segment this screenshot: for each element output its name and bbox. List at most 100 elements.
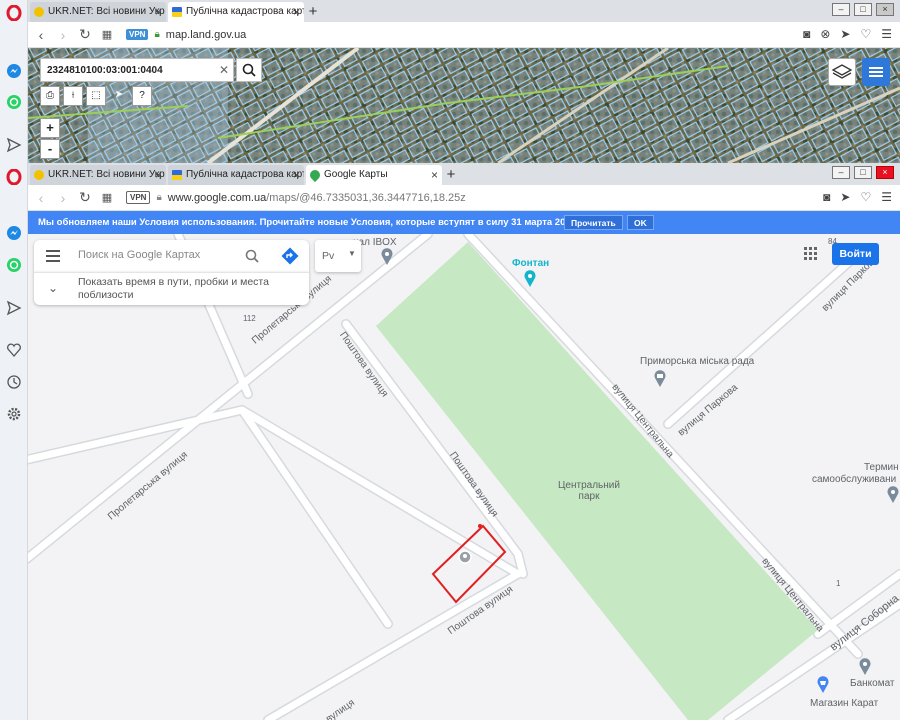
traffic-suggestion[interactable]: ⌄ Показать время в пути, пробки и места …: [34, 272, 309, 305]
easy-setup-icon[interactable]: ☰: [881, 190, 892, 204]
fountain-label: Фонтан: [512, 258, 550, 269]
maximize-icon[interactable]: □: [854, 166, 872, 179]
cadastral-search-input[interactable]: 2324810100:03:001:0404 ✕: [40, 58, 234, 82]
vpn-badge[interactable]: VPN: [126, 191, 151, 204]
tab-cadastre[interactable]: Публічна кадастрова карт ×: [168, 165, 304, 185]
heart-icon[interactable]: ♡: [860, 27, 871, 41]
sign-in-button[interactable]: Войти: [832, 243, 879, 265]
read-terms-button[interactable]: Прочитать: [564, 215, 623, 230]
poi-gray-pin-icon[interactable]: [380, 248, 394, 266]
forward-icon[interactable]: ›: [52, 190, 74, 206]
tabs-grid-icon[interactable]: ▦: [96, 28, 118, 41]
camera-icon[interactable]: ◙: [803, 27, 810, 41]
tab-ukrnet[interactable]: UKR.NET: Всі новини Укр ×: [30, 165, 166, 185]
cadastral-satellite-map[interactable]: 2324810100:03:001:0404 ✕ ⎙ ⟊ ⬚ ➤ ? + -: [28, 48, 900, 163]
camera-icon[interactable]: ◙: [823, 190, 830, 204]
terminal-pin-icon[interactable]: [886, 486, 900, 504]
close-tab-icon[interactable]: ×: [431, 165, 438, 185]
heart-icon[interactable]: [5, 341, 23, 359]
measure-area-icon[interactable]: ⬚: [86, 86, 106, 106]
send-icon[interactable]: ➤: [840, 27, 850, 41]
close-tab-icon[interactable]: ×: [293, 165, 300, 185]
address-field[interactable]: map.land.gov.ua: [166, 29, 247, 41]
google-map-canvas[interactable]: нал IBOX Фонтан 112 84 1 Приморська місь…: [28, 234, 900, 720]
cadastral-search-button[interactable]: [236, 58, 262, 82]
tab-google-maps[interactable]: Google Карты ×: [306, 165, 442, 185]
zoom-in-button[interactable]: +: [40, 118, 60, 138]
back-icon[interactable]: ‹: [30, 27, 52, 43]
language-value: Рv: [322, 250, 335, 262]
traffic-text: Показать время в пути, пробки и места по…: [78, 276, 269, 301]
fountain-pin-icon[interactable]: [523, 270, 537, 288]
whatsapp-icon[interactable]: [5, 93, 23, 111]
minimize-icon[interactable]: –: [832, 3, 850, 16]
menu-button[interactable]: [862, 58, 890, 86]
send-icon[interactable]: [5, 136, 23, 154]
close-tab-icon[interactable]: ×: [155, 2, 162, 22]
tab-title: Google Карты: [324, 169, 388, 180]
opera-icon[interactable]: [5, 168, 23, 186]
number-label-1: 1: [836, 579, 841, 588]
messenger-icon[interactable]: [5, 224, 23, 242]
clock-icon[interactable]: [5, 373, 23, 391]
tab-ukrnet[interactable]: UKR.NET: Всі новини Укр ×: [30, 2, 166, 22]
ok-button[interactable]: OK: [627, 215, 654, 230]
reload-icon[interactable]: ↻: [74, 189, 96, 206]
layers-button[interactable]: [828, 58, 856, 86]
heart-icon[interactable]: ♡: [860, 190, 871, 204]
adblock-icon[interactable]: ⊗: [820, 27, 830, 41]
window-controls: – □ ×: [832, 3, 894, 16]
address-actions: ◙ ➤ ♡ ☰: [823, 190, 892, 204]
search-input[interactable]: Поиск на Google Картах: [78, 249, 200, 261]
url-host: www.google.com.ua: [167, 191, 267, 204]
print-icon[interactable]: ⎙: [40, 86, 60, 106]
clear-icon[interactable]: ✕: [219, 63, 229, 77]
shop-pin-icon[interactable]: [816, 676, 830, 694]
park-label: Центральний парк: [558, 480, 620, 502]
minimize-icon[interactable]: –: [832, 166, 850, 179]
vpn-badge[interactable]: VPN: [126, 29, 149, 40]
close-window-icon[interactable]: ×: [876, 166, 894, 179]
tabs-grid-icon[interactable]: ▦: [96, 191, 118, 204]
close-window-icon[interactable]: ×: [876, 3, 894, 16]
measure-line-icon[interactable]: ⟊: [63, 86, 83, 106]
hamburger-menu-icon[interactable]: [46, 250, 62, 262]
cursor-icon[interactable]: ➤: [109, 86, 129, 106]
address-field[interactable]: www.google.com.ua/maps/@46.7335031,36.34…: [168, 192, 466, 204]
send-icon[interactable]: ➤: [840, 190, 850, 204]
settings-icon[interactable]: [5, 405, 23, 423]
info-icon[interactable]: ?: [132, 86, 152, 106]
dropdown-arrow-icon: ▼: [348, 249, 356, 258]
easy-setup-icon[interactable]: ☰: [881, 27, 892, 41]
language-selector[interactable]: Рv ▼: [315, 240, 361, 272]
council-pin-icon[interactable]: [653, 370, 667, 388]
terminal-label: Термин: [864, 462, 899, 473]
forward-icon[interactable]: ›: [52, 27, 74, 43]
whatsapp-icon[interactable]: [5, 256, 23, 274]
close-tab-icon[interactable]: ×: [293, 2, 300, 22]
cadastral-toolbar: ⎙ ⟊ ⬚ ➤ ?: [40, 86, 152, 106]
maximize-icon[interactable]: □: [854, 3, 872, 16]
directions-icon[interactable]: [281, 247, 299, 265]
reload-icon[interactable]: ↻: [74, 26, 96, 43]
parcel-marker-icon[interactable]: [458, 550, 472, 564]
tab-title: Публічна кадастрова карт: [186, 169, 304, 180]
lock-icon: 🔒︎: [154, 29, 160, 40]
send-icon[interactable]: [5, 299, 23, 317]
cadastral-number-value: 2324810100:03:001:0404: [47, 64, 163, 76]
new-tab-button[interactable]: +: [442, 165, 460, 185]
search-icon[interactable]: [244, 248, 260, 264]
close-tab-icon[interactable]: ×: [155, 165, 162, 185]
chevron-down-icon[interactable]: ⌄: [48, 281, 58, 295]
opera-icon[interactable]: [5, 4, 23, 22]
apps-grid-icon[interactable]: [804, 247, 818, 261]
google-maps-favicon-icon: [307, 167, 323, 183]
new-tab-button[interactable]: +: [304, 2, 322, 22]
back-icon[interactable]: ‹: [30, 190, 52, 206]
opera-sidebar: [0, 0, 28, 720]
atm-pin-icon[interactable]: [858, 658, 872, 676]
maps-search-box[interactable]: Поиск на Google Картах: [34, 240, 309, 272]
messenger-icon[interactable]: [5, 62, 23, 80]
zoom-out-button[interactable]: -: [40, 139, 60, 159]
tab-cadastre[interactable]: Публічна кадастрова карт ×: [168, 2, 304, 22]
